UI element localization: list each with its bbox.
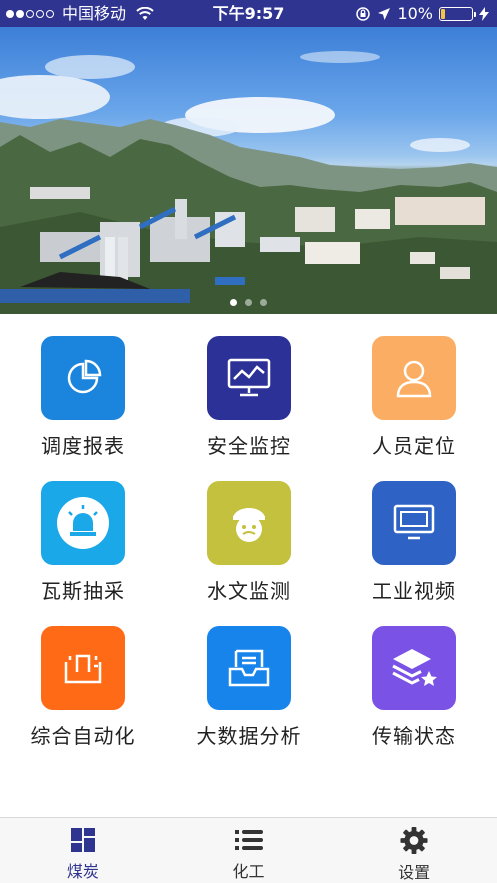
bottom-tab-bar: 煤炭 化工 设置 <box>0 817 497 883</box>
location-arrow-icon <box>378 7 391 20</box>
grid-icon <box>70 828 95 852</box>
gear-icon <box>400 826 428 855</box>
tile-label: 调度报表 <box>41 434 125 458</box>
battery-icon <box>439 6 476 21</box>
list-icon <box>234 830 263 850</box>
tile-safety-monitor[interactable]: 安全监控 <box>166 314 332 459</box>
person-icon <box>372 336 456 420</box>
tile-dispatch-report[interactable]: 调度报表 <box>0 314 166 459</box>
banner-image <box>0 51 497 314</box>
tab-label: 设置 <box>398 863 431 882</box>
tile-big-data-analysis[interactable]: 大数据分析 <box>166 604 332 749</box>
charging-bolt-icon <box>479 6 489 21</box>
tab-chemical[interactable]: 化工 <box>166 818 332 883</box>
pie-chart-icon <box>41 336 125 420</box>
inbox-data-icon <box>207 626 291 710</box>
tv-icon <box>372 481 456 565</box>
tab-label: 化工 <box>232 862 265 881</box>
siren-icon <box>41 481 125 565</box>
carousel-indicator[interactable] <box>0 299 497 306</box>
tab-label: 煤炭 <box>66 862 99 881</box>
tile-label: 大数据分析 <box>196 724 302 748</box>
tile-label: 安全监控 <box>207 434 291 458</box>
battery-percent: 10% <box>397 4 433 23</box>
rotation-lock-icon <box>356 6 371 21</box>
tile-label: 传输状态 <box>372 724 456 748</box>
layers-star-icon <box>372 626 456 710</box>
automation-icon <box>41 626 125 710</box>
tile-personnel-location[interactable]: 人员定位 <box>331 314 497 459</box>
tile-hydrology-monitor[interactable]: 水文监测 <box>166 459 332 604</box>
tile-industrial-video[interactable]: 工业视频 <box>331 459 497 604</box>
tab-settings[interactable]: 设置 <box>331 818 497 883</box>
tile-label: 人员定位 <box>372 434 456 458</box>
carousel-dot[interactable] <box>245 299 252 306</box>
carousel-dot[interactable] <box>230 299 237 306</box>
inspector-face-icon <box>207 481 291 565</box>
tab-coal[interactable]: 煤炭 <box>0 818 166 883</box>
tile-transmission-status[interactable]: 传输状态 <box>331 604 497 749</box>
tile-label: 综合自动化 <box>30 724 136 748</box>
tile-integrated-automation[interactable]: 综合自动化 <box>0 604 166 749</box>
status-bar: 中国移动 下午9:57 10% <box>0 0 497 27</box>
tile-label: 水文监测 <box>207 579 291 603</box>
monitor-chart-icon <box>207 336 291 420</box>
banner-carousel[interactable] <box>0 27 497 314</box>
carousel-dot[interactable] <box>260 299 267 306</box>
tile-gas-extraction[interactable]: 瓦斯抽采 <box>0 459 166 604</box>
tile-label: 瓦斯抽采 <box>41 579 125 603</box>
tile-label: 工业视频 <box>372 579 456 603</box>
feature-grid: 调度报表 安全监控 人员定位 瓦斯抽采 水文监测 工业视频 综合自动化 大数据分… <box>0 314 497 817</box>
